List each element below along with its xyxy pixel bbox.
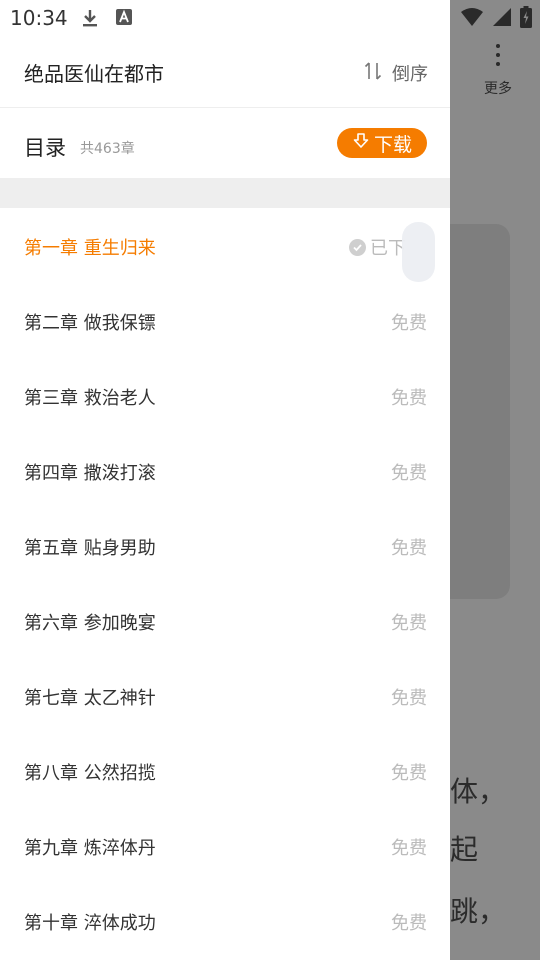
chapter-title: 第三章 救治老人 xyxy=(24,388,156,409)
scrollbar-thumb[interactable] xyxy=(402,222,435,282)
reader-text-line: 起 xyxy=(450,833,479,866)
chapter-row[interactable]: 第三章 救治老人 免费 xyxy=(0,358,450,433)
reader-text-line: 跳， xyxy=(450,895,507,928)
chapter-row[interactable]: 第四章 撒泼打滚 免费 xyxy=(0,433,450,508)
chapter-title: 第七章 太乙神针 xyxy=(24,688,156,709)
chapter-status: 免费 xyxy=(391,688,427,709)
more-label: 更多 xyxy=(484,81,512,97)
book-header: 绝品医仙在都市 倒序 xyxy=(0,38,450,108)
chapter-status: 免费 xyxy=(391,613,427,634)
chapter-row[interactable]: 第五章 贴身男助 免费 xyxy=(0,508,450,583)
toc-title: 目录 xyxy=(24,136,66,160)
chapter-title: 第九章 炼淬体丹 xyxy=(24,838,156,859)
chapter-title: 第十章 淬体成功 xyxy=(24,913,156,934)
section-divider xyxy=(0,178,450,208)
chapter-title: 第一章 重生归来 xyxy=(24,238,156,259)
sort-order-button[interactable]: 倒序 xyxy=(364,60,428,86)
chapter-row[interactable]: 第九章 炼淬体丹 免费 xyxy=(0,808,450,883)
download-status-icon xyxy=(80,8,100,32)
sort-label: 倒序 xyxy=(392,64,428,85)
status-time: 10:34 xyxy=(10,6,68,30)
chapter-status: 免费 xyxy=(391,313,427,334)
book-title: 绝品医仙在都市 xyxy=(24,62,164,86)
downloaded-label: 已下 xyxy=(370,238,406,259)
chapter-row[interactable]: 第八章 公然招揽 免费 xyxy=(0,733,450,808)
chapter-status: 免费 xyxy=(391,538,427,559)
status-bar: 10:34 xyxy=(0,0,540,38)
check-circle-icon xyxy=(349,238,366,256)
chapter-title: 第二章 做我保镖 xyxy=(24,313,156,334)
chapter-title: 第五章 贴身男助 xyxy=(24,538,156,559)
sort-icon xyxy=(364,61,382,86)
chapter-title: 第六章 参加晚宴 xyxy=(24,613,156,634)
toc-drawer: 绝品医仙在都市 倒序 目录 共463章 下载 第一章 重生归来 已下 第二章 做… xyxy=(0,0,450,960)
download-arrow-icon xyxy=(352,132,370,155)
chapter-status: 免费 xyxy=(391,388,427,409)
chapter-count: 共463章 xyxy=(80,141,135,157)
chapter-status: 免费 xyxy=(391,913,427,934)
wifi-icon xyxy=(460,7,484,31)
chapter-row[interactable]: 第二章 做我保镖 免费 xyxy=(0,283,450,358)
more-button[interactable]: 更多 xyxy=(478,44,518,98)
download-label: 下载 xyxy=(373,133,412,156)
chapter-list: 第一章 重生归来 已下 第二章 做我保镖 免费 第三章 救治老人 免费 第四章 … xyxy=(0,208,450,958)
battery-icon xyxy=(520,6,532,32)
more-vert-icon xyxy=(478,44,518,66)
chapter-status: 免费 xyxy=(391,763,427,784)
toc-header: 目录 共463章 下载 xyxy=(0,108,450,178)
signal-icon xyxy=(492,7,512,31)
app-notification-icon xyxy=(115,8,133,30)
chapter-row[interactable]: 第一章 重生归来 已下 xyxy=(0,208,450,283)
chapter-title: 第八章 公然招揽 xyxy=(24,763,156,784)
chapter-status: 免费 xyxy=(391,463,427,484)
chapter-status: 已下 xyxy=(349,234,406,260)
chapter-status: 免费 xyxy=(391,838,427,859)
reader-text-line: 体， xyxy=(450,775,507,808)
download-button[interactable]: 下载 xyxy=(337,128,427,158)
chapter-row[interactable]: 第十章 淬体成功 免费 xyxy=(0,883,450,958)
chapter-row[interactable]: 第七章 太乙神针 免费 xyxy=(0,658,450,733)
chapter-title: 第四章 撒泼打滚 xyxy=(24,463,156,484)
chapter-row[interactable]: 第六章 参加晚宴 免费 xyxy=(0,583,450,658)
